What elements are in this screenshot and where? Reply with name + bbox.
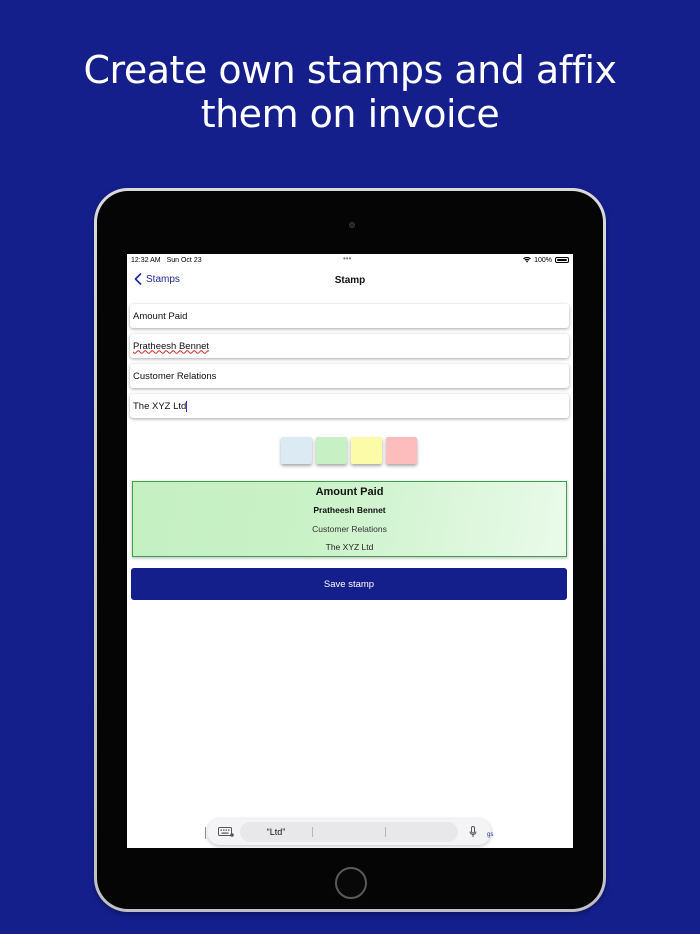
- color-swatches: [281, 437, 417, 464]
- battery-icon: [555, 257, 569, 263]
- text-cursor: [186, 400, 188, 412]
- swatch-yellow[interactable]: [351, 437, 382, 464]
- home-button[interactable]: [335, 867, 367, 899]
- preview-line1: Amount Paid: [315, 486, 384, 498]
- preview-line2: Pratheesh Bennet: [313, 505, 386, 515]
- stamp-line1-field[interactable]: Amount Paid: [130, 304, 569, 328]
- camera-icon: [349, 222, 355, 228]
- preview-line3: Customer Relations: [312, 524, 387, 534]
- stamp-line4-value: The XYZ Ltd: [133, 400, 187, 412]
- tab-bar-divider: [205, 827, 206, 839]
- stamp-line2-field[interactable]: Pratheesh Bennet: [130, 334, 569, 358]
- keyboard-icon[interactable]: [218, 827, 234, 837]
- stamp-line3-value: Customer Relations: [133, 370, 217, 382]
- stamp-line2-value: Pratheesh Bennet: [133, 340, 210, 352]
- stamp-preview: Amount Paid Pratheesh Bennet Customer Re…: [132, 481, 567, 557]
- status-date: Sun Oct 23: [166, 256, 202, 264]
- battery-percentage: 100%: [534, 256, 552, 264]
- swatch-red[interactable]: [386, 437, 417, 464]
- suggestions: “Ltd”: [240, 822, 458, 842]
- status-bar: 12:32 AM Sun Oct 23 ••• 100%: [127, 254, 573, 266]
- wifi-icon: [523, 257, 531, 263]
- headline-line-2: them on invoice: [200, 92, 500, 136]
- suggestion-1[interactable]: “Ltd”: [240, 827, 312, 837]
- stamp-line4-field[interactable]: The XYZ Ltd: [130, 394, 569, 418]
- microphone-icon[interactable]: [469, 826, 477, 838]
- suggestion-divider: [312, 827, 313, 837]
- stamp-line1-value: Amount Paid: [133, 310, 188, 322]
- tab-bar-partial-label[interactable]: gs: [487, 832, 493, 838]
- app-screen: 12:32 AM Sun Oct 23 ••• 100% Stamps Stam…: [127, 254, 573, 848]
- promo-headline: Create own stamps and affix them on invo…: [0, 48, 700, 136]
- stamp-line3-field[interactable]: Customer Relations: [130, 364, 569, 388]
- ipad-bezel: 12:32 AM Sun Oct 23 ••• 100% Stamps Stam…: [97, 191, 603, 909]
- swatch-blue[interactable]: [281, 437, 312, 464]
- status-time: 12:32 AM: [131, 256, 161, 264]
- ipad-frame: 12:32 AM Sun Oct 23 ••• 100% Stamps Stam…: [94, 188, 606, 912]
- suggestion-divider: [385, 827, 386, 837]
- headline-line-1: Create own stamps and affix: [83, 48, 618, 92]
- page-title: Stamp: [334, 275, 366, 286]
- swatch-green[interactable]: [316, 437, 347, 464]
- multitasking-dots-icon[interactable]: •••: [343, 255, 351, 263]
- quicktype-bar: “Ltd”: [207, 819, 491, 845]
- save-stamp-button[interactable]: Save stamp: [131, 568, 567, 600]
- preview-line4: The XYZ Ltd: [325, 542, 374, 552]
- navigation-bar: Stamps Stamp: [127, 270, 573, 292]
